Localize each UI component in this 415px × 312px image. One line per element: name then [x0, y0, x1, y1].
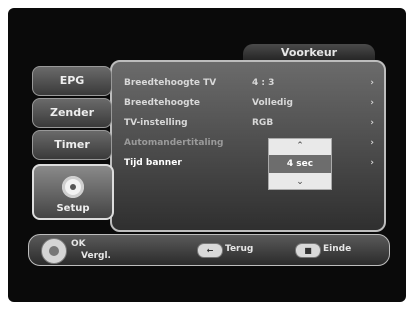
value-selector-popup[interactable]: ⌃ 4 sec ⌄: [268, 138, 332, 190]
setting-row-banner-time[interactable]: Tijd banner ›: [124, 158, 374, 174]
chevron-right-icon: ›: [370, 158, 374, 168]
chevron-up-icon[interactable]: ⌃: [269, 139, 331, 153]
setting-row-tv-output[interactable]: TV-instelling RGB ›: [124, 118, 374, 134]
setting-label: Breedtehoogte TV: [124, 78, 217, 88]
setting-value: 4 : 3: [252, 78, 275, 88]
sidebar-item-setup[interactable]: Setup: [32, 164, 114, 220]
setting-row-subtitles[interactable]: Automandertitaling ›: [124, 138, 374, 154]
chevron-right-icon: ›: [370, 118, 374, 128]
sidebar-item-label: Timer: [54, 138, 90, 151]
exit-key-icon: ■: [295, 243, 321, 258]
setting-label: Automandertitaling: [124, 138, 224, 148]
vergl-hint: Vergl.: [81, 251, 111, 261]
chevron-down-icon[interactable]: ⌄: [269, 175, 331, 189]
ok-hint: OK: [71, 239, 86, 249]
setting-label: Breedtehoogte: [124, 98, 200, 108]
dpad-icon: [41, 238, 67, 264]
help-bar: OK Vergl. ← Terug ■ Einde: [28, 234, 390, 266]
chevron-right-icon: ›: [370, 98, 374, 108]
sidebar-item-label: Setup: [56, 203, 90, 214]
back-key-icon: ←: [197, 243, 223, 258]
exit-hint: Einde: [323, 244, 352, 254]
setting-value: RGB: [252, 118, 274, 128]
setting-value: Volledig: [252, 98, 293, 108]
sidebar-item-epg[interactable]: EPG: [32, 66, 112, 96]
sidebar-item-label: Zender: [49, 106, 95, 119]
osd-menu: Voorkeur EPG Zender Timer Setup Breedteh…: [28, 42, 388, 232]
selected-value: 4 sec: [269, 155, 331, 173]
back-hint: Terug: [225, 244, 254, 254]
setting-label: Tijd banner: [124, 158, 182, 168]
sidebar-item-timer[interactable]: Timer: [32, 130, 112, 160]
chevron-right-icon: ›: [370, 78, 374, 88]
sidebar-item-label: EPG: [59, 74, 85, 87]
chevron-right-icon: ›: [370, 138, 374, 148]
gear-icon: [62, 176, 84, 198]
setting-row-aspect-tv[interactable]: Breedtehoogte TV 4 : 3 ›: [124, 78, 374, 94]
setting-label: TV-instelling: [124, 118, 188, 128]
setting-row-aspect[interactable]: Breedtehoogte Volledig ›: [124, 98, 374, 114]
sidebar-item-zender[interactable]: Zender: [32, 98, 112, 128]
